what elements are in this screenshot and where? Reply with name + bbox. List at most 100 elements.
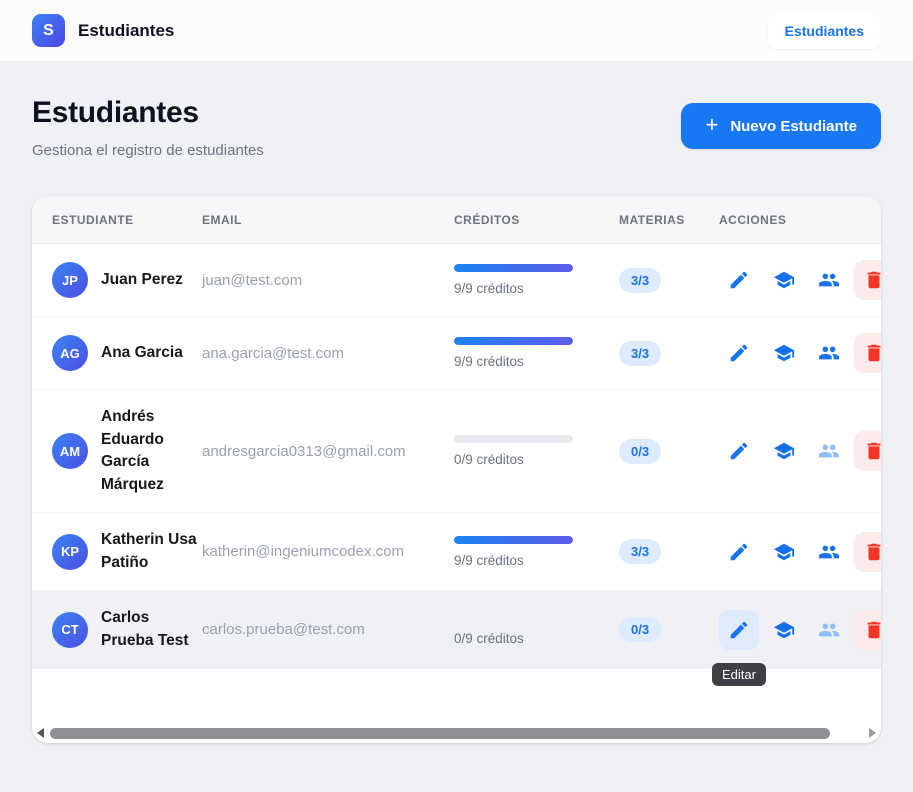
column-header-estudiante: ESTUDIANTE bbox=[52, 212, 134, 227]
subjects-button[interactable] bbox=[764, 610, 804, 650]
delete-button[interactable] bbox=[854, 260, 881, 300]
table-row: CT Carlos Prueba Test carlos.prueba@test… bbox=[32, 591, 881, 686]
credits-progress-bar bbox=[454, 264, 573, 272]
credits-progress-bar bbox=[454, 535, 573, 544]
people-icon bbox=[818, 273, 840, 287]
new-student-label: Nuevo Estudiante bbox=[730, 117, 857, 135]
student-name: Katherin Usa Patiño bbox=[101, 531, 197, 571]
enroll-button[interactable] bbox=[809, 431, 849, 471]
pencil-icon bbox=[730, 621, 748, 638]
table-row: KP Katherin Usa Patiño katherin@ingenium… bbox=[32, 513, 881, 591]
graduation-cap-icon bbox=[773, 271, 795, 289]
credits-label: 0/9 créditos bbox=[454, 452, 524, 467]
column-header-materias: MATERIAS bbox=[619, 212, 685, 227]
credits-label: 9/9 créditos bbox=[454, 354, 524, 369]
scroll-left-arrow-icon[interactable] bbox=[37, 728, 44, 738]
column-header-acciones: ACCIONES bbox=[719, 212, 787, 227]
student-name: Andrés Eduardo García Márquez bbox=[101, 408, 164, 493]
horizontal-scrollbar bbox=[32, 723, 881, 743]
column-header-creditos: CRÉDITOS bbox=[454, 212, 520, 227]
table-row: AG Ana Garcia ana.garcia@test.com 9/9 cr… bbox=[32, 317, 881, 390]
brand: S Estudiantes bbox=[32, 14, 174, 47]
student-name: Ana Garcia bbox=[101, 343, 183, 361]
app-title: Estudiantes bbox=[78, 20, 175, 40]
credits-progress-bar bbox=[454, 435, 573, 443]
main-content: Estudiantes Gestiona el registro de estu… bbox=[0, 62, 913, 743]
new-student-button[interactable]: + Nuevo Estudiante bbox=[681, 103, 881, 149]
delete-button[interactable] bbox=[854, 609, 881, 650]
credits-label: 9/9 créditos bbox=[454, 552, 524, 568]
table-row: AM Andrés Eduardo García Márquez andresg… bbox=[32, 390, 881, 513]
people-icon bbox=[818, 545, 840, 558]
materias-badge: 0/3 bbox=[619, 617, 662, 642]
edit-tooltip: Editar bbox=[712, 662, 766, 686]
edit-button[interactable]: Editar bbox=[712, 609, 766, 686]
student-email: ana.garcia@test.com bbox=[202, 344, 344, 362]
top-bar: S Estudiantes Estudiantes bbox=[0, 0, 913, 62]
subjects-button[interactable] bbox=[764, 333, 804, 373]
trash-icon bbox=[867, 271, 881, 289]
subjects-button[interactable] bbox=[764, 532, 804, 572]
trash-icon bbox=[867, 621, 881, 638]
trash-icon bbox=[867, 344, 881, 362]
materias-badge: 3/3 bbox=[619, 267, 662, 293]
scrollbar-thumb[interactable] bbox=[50, 727, 831, 739]
credits-progress-fill bbox=[454, 264, 573, 272]
graduation-cap-icon bbox=[773, 543, 795, 560]
column-header-email: EMAIL bbox=[202, 212, 242, 227]
credits-progress-fill bbox=[454, 337, 573, 345]
scroll-right-arrow-icon[interactable] bbox=[869, 728, 876, 738]
avatar: AG bbox=[52, 335, 88, 371]
graduation-cap-icon bbox=[773, 442, 795, 460]
app-logo-icon: S bbox=[32, 14, 65, 47]
enroll-button[interactable] bbox=[809, 610, 849, 650]
students-table: ESTUDIANTE EMAIL CRÉDITOS MATERIAS ACCIO… bbox=[32, 196, 881, 686]
delete-button[interactable] bbox=[854, 333, 881, 373]
table-row: JP Juan Perez juan@test.com 9/9 créditos… bbox=[32, 244, 881, 317]
subjects-button[interactable] bbox=[764, 431, 804, 471]
people-icon bbox=[818, 346, 840, 360]
nav-item-estudiantes[interactable]: Estudiantes bbox=[767, 12, 881, 49]
student-email: carlos.prueba@test.com bbox=[202, 621, 365, 638]
table-body: JP Juan Perez juan@test.com 9/9 créditos… bbox=[32, 244, 881, 686]
edit-button[interactable]: Editar bbox=[719, 260, 759, 300]
student-name: Juan Perez bbox=[101, 270, 183, 288]
avatar: KP bbox=[52, 533, 88, 570]
delete-button[interactable] bbox=[854, 531, 881, 572]
delete-button[interactable] bbox=[854, 431, 881, 471]
plus-icon: + bbox=[705, 112, 719, 137]
trash-icon bbox=[867, 442, 881, 460]
graduation-cap-icon bbox=[773, 621, 795, 638]
avatar: JP bbox=[52, 262, 88, 298]
credits-label: 9/9 créditos bbox=[454, 281, 524, 296]
materias-badge: 3/3 bbox=[619, 340, 662, 366]
pencil-icon bbox=[730, 271, 748, 289]
enroll-button[interactable] bbox=[809, 532, 849, 572]
student-email: katherin@ingeniumcodex.com bbox=[202, 543, 404, 560]
avatar: CT bbox=[52, 611, 88, 648]
students-table-card: ESTUDIANTE EMAIL CRÉDITOS MATERIAS ACCIO… bbox=[32, 196, 881, 743]
pencil-icon bbox=[730, 344, 748, 362]
page-head: Estudiantes Gestiona el registro de estu… bbox=[32, 96, 881, 159]
trash-icon bbox=[867, 543, 881, 560]
pencil-icon bbox=[730, 442, 748, 460]
subjects-button[interactable] bbox=[764, 260, 804, 300]
edit-button[interactable]: Editar bbox=[719, 333, 759, 373]
student-email: juan@test.com bbox=[202, 271, 303, 289]
page-title: Estudiantes bbox=[32, 96, 199, 129]
scrollbar-track[interactable] bbox=[50, 727, 863, 739]
people-icon bbox=[818, 444, 840, 458]
enroll-button[interactable] bbox=[809, 333, 849, 373]
avatar: AM bbox=[52, 433, 88, 469]
materias-badge: 3/3 bbox=[619, 539, 662, 564]
credits-progress-fill bbox=[454, 535, 573, 544]
page-subtitle: Gestiona el registro de estudiantes bbox=[32, 142, 264, 159]
credits-label: 0/9 créditos bbox=[454, 630, 524, 646]
materias-badge: 0/3 bbox=[619, 438, 662, 464]
enroll-button[interactable] bbox=[809, 260, 849, 300]
people-icon bbox=[818, 623, 840, 636]
pencil-icon bbox=[730, 543, 748, 560]
edit-button[interactable]: Editar bbox=[719, 532, 759, 572]
table-header-row: ESTUDIANTE EMAIL CRÉDITOS MATERIAS ACCIO… bbox=[32, 196, 881, 244]
edit-button[interactable]: Editar bbox=[719, 431, 759, 471]
